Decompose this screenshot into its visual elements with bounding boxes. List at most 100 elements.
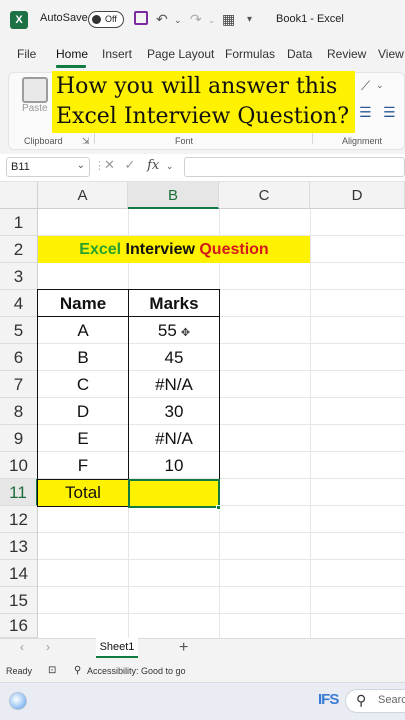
excel-window: X AutoSave Off ↶ ⌄ ↷ ⌄ ▦ ▾ Book1 - Excel… xyxy=(0,0,405,720)
decrease-indent-icon[interactable]: ☰ xyxy=(359,104,372,121)
insert-function-icon[interactable]: fx xyxy=(147,158,159,173)
row-header-2[interactable]: 2 xyxy=(0,236,38,263)
gridline xyxy=(38,532,405,533)
undo-dropdown-icon[interactable]: ⌄ xyxy=(174,15,182,26)
marks-cell[interactable]: 30 xyxy=(129,398,219,425)
watermark-logo: IFS xyxy=(318,691,339,708)
sheet-tab-sheet1[interactable]: Sheet1 xyxy=(96,638,138,658)
column-header-a[interactable]: A xyxy=(38,182,128,209)
accessibility-icon[interactable]: ⚲ xyxy=(74,665,81,676)
header-name-cell[interactable]: Name xyxy=(38,290,128,317)
status-bar xyxy=(0,660,405,682)
row-header-16[interactable]: 16 xyxy=(0,614,38,638)
select-all-corner[interactable] xyxy=(0,182,38,209)
marks-cell[interactable]: 55 ✥ xyxy=(129,317,219,344)
gridline xyxy=(38,613,405,614)
banner-line-2: Excel Interview Question? xyxy=(56,104,349,129)
orientation-icon[interactable]: ⟋ xyxy=(361,78,370,94)
name-cell[interactable]: C xyxy=(38,371,128,398)
workbook-title: Book1 - Excel xyxy=(276,13,344,25)
name-cell[interactable]: F xyxy=(38,452,128,479)
autosave-label: AutoSave xyxy=(40,12,88,24)
search-icon: ⚲ xyxy=(356,692,367,708)
table-icon[interactable]: ▦ xyxy=(222,11,235,28)
row-header-7[interactable]: 7 xyxy=(0,371,38,398)
tab-insert[interactable]: Insert xyxy=(102,47,132,61)
row-header-12[interactable]: 12 xyxy=(0,506,38,533)
orientation-dropdown-icon[interactable]: ⌄ xyxy=(376,80,384,91)
status-ready: Ready xyxy=(6,666,33,676)
title-word-excel: Excel xyxy=(79,241,122,258)
sheet-tab-bar xyxy=(0,638,405,660)
row-header-13[interactable]: 13 xyxy=(0,533,38,560)
search-label: Search xyxy=(378,694,405,706)
row-header-15[interactable]: 15 xyxy=(0,587,38,614)
tab-home[interactable]: Home xyxy=(56,47,88,61)
cancel-formula-icon[interactable]: ✕ xyxy=(104,157,115,172)
row-header-8[interactable]: 8 xyxy=(0,398,38,425)
row-header-6[interactable]: 6 xyxy=(0,344,38,371)
formula-input[interactable] xyxy=(184,157,405,177)
row-header-10[interactable]: 10 xyxy=(0,452,38,479)
fx-dropdown-icon[interactable]: ⌄ xyxy=(166,161,174,171)
next-sheet-icon[interactable]: › xyxy=(46,640,50,654)
column-header-c[interactable]: C xyxy=(219,182,310,209)
group-alignment-label: Alignment xyxy=(342,136,383,146)
banner-line-1: How you will answer this xyxy=(56,74,338,99)
formula-buttons: ✕ ✓ fx ⌄ xyxy=(104,157,173,173)
name-box-dropdown-icon[interactable]: ⌄ xyxy=(77,160,85,171)
title-word-question: Question xyxy=(199,241,269,258)
column-header-b[interactable]: B xyxy=(128,182,219,209)
macro-record-icon[interactable]: ⊡ xyxy=(48,665,56,676)
paste-icon[interactable] xyxy=(22,77,48,103)
redo-icon[interactable]: ↷ xyxy=(190,11,202,28)
toggle-knob xyxy=(92,15,101,24)
row-header-9[interactable]: 9 xyxy=(0,425,38,452)
header-marks-cell[interactable]: Marks xyxy=(129,290,219,317)
tab-view[interactable]: View xyxy=(378,47,404,61)
name-cell[interactable]: D xyxy=(38,398,128,425)
redo-dropdown-icon[interactable]: ⌄ xyxy=(208,15,216,26)
question-banner: How you will answer this Excel Interview… xyxy=(52,71,355,133)
group-font-label: Font xyxy=(175,136,194,146)
marks-cell[interactable]: #N/A xyxy=(129,371,219,398)
marks-cell[interactable]: #N/A xyxy=(129,425,219,452)
row-header-4[interactable]: 4 xyxy=(0,290,38,317)
sheet-title-cell[interactable]: Excel Interview Question xyxy=(38,236,310,263)
name-cell[interactable]: B xyxy=(38,344,128,371)
name-box[interactable]: B11 ⌄ xyxy=(6,157,90,177)
tab-page-layout[interactable]: Page Layout xyxy=(147,47,214,61)
status-accessibility[interactable]: Accessibility: Good to go xyxy=(87,666,186,676)
prev-sheet-icon[interactable]: ‹ xyxy=(20,640,24,654)
marks-value: 55 xyxy=(157,321,177,340)
widgets-icon[interactable] xyxy=(9,692,27,710)
row-header-1[interactable]: 1 xyxy=(0,209,38,236)
name-cell[interactable]: A xyxy=(38,317,128,344)
customize-toolbar-icon[interactable]: ▾ xyxy=(247,14,252,25)
add-sheet-icon[interactable]: + xyxy=(179,639,188,657)
row-header-3[interactable]: 3 xyxy=(0,263,38,290)
marks-cell[interactable]: 10 xyxy=(129,452,219,479)
clipboard-launcher-icon[interactable]: ⇲ xyxy=(82,136,90,147)
tab-data[interactable]: Data xyxy=(287,47,312,61)
increase-indent-icon[interactable]: ☰ xyxy=(383,104,396,121)
undo-icon[interactable]: ↶ xyxy=(156,11,168,28)
tab-formulas[interactable]: Formulas xyxy=(225,47,275,61)
row-header-5[interactable]: 5 xyxy=(0,317,38,344)
tab-file[interactable]: File xyxy=(17,47,36,61)
fill-handle[interactable] xyxy=(216,505,221,510)
total-value-cell[interactable] xyxy=(128,479,220,508)
group-clipboard-label: Clipboard xyxy=(24,136,63,146)
gridline xyxy=(38,559,405,560)
tab-review[interactable]: Review xyxy=(327,47,366,61)
row-header-14[interactable]: 14 xyxy=(0,560,38,587)
autosave-toggle[interactable]: Off xyxy=(88,11,124,28)
row-header-11[interactable]: 11 xyxy=(0,479,38,506)
total-label-cell[interactable]: Total xyxy=(38,480,128,506)
name-box-value: B11 xyxy=(11,161,30,173)
marks-cell[interactable]: 45 xyxy=(129,344,219,371)
enter-formula-icon[interactable]: ✓ xyxy=(125,157,136,172)
name-cell[interactable]: E xyxy=(38,425,128,452)
column-header-d[interactable]: D xyxy=(310,182,405,209)
save-icon[interactable] xyxy=(134,11,148,25)
